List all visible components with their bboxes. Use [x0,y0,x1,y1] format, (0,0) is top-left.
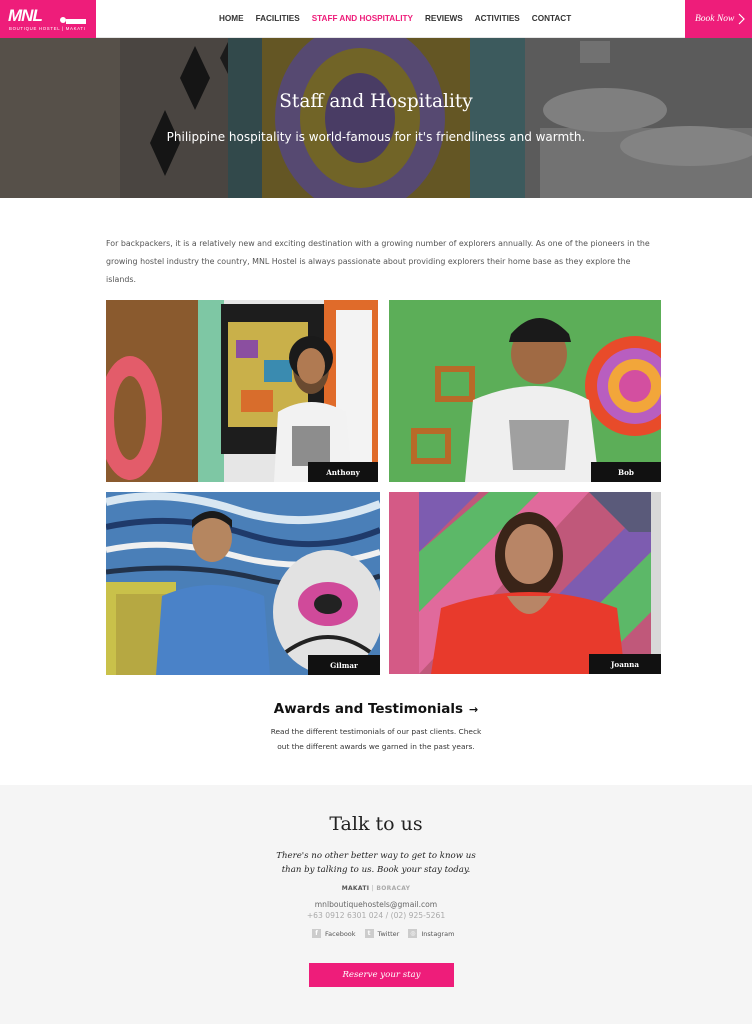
staff-photo-anthony [106,300,378,482]
staff-name-label: Bob [591,462,661,482]
social-label: Instagram [421,929,455,938]
social-links: f Facebook t Twitter ◎ Instagram [312,929,454,938]
location-separator: | [371,885,375,892]
awards-link[interactable]: Awards and Testimonials → [0,701,752,717]
reserve-stay-button[interactable]: Reserve your stay [309,963,454,987]
facebook-icon: f [312,929,321,938]
social-instagram[interactable]: ◎ Instagram [408,929,454,938]
social-twitter[interactable]: t Twitter [364,929,400,938]
staff-name-label: Anthony [308,462,378,482]
contact-title: Talk to us [329,813,423,835]
social-facebook[interactable]: f Facebook [312,929,356,938]
book-now-button[interactable]: Book Now [685,0,752,38]
staff-name-label: Gilmar [308,655,380,675]
staff-photo-bob [389,300,661,482]
nav-item-contact[interactable]: CONTACT [532,14,571,23]
site-header: MNL BOUTIQUE HOSTEL | MAKATI HOME FACILI… [0,0,752,38]
brand-logo[interactable]: MNL BOUTIQUE HOSTEL | MAKATI [0,0,96,38]
hero-banner: Staff and Hospitality Philippine hospita… [0,38,752,198]
staff-card-gilmar[interactable]: Gilmar [106,492,380,675]
logo-tagline: BOUTIQUE HOSTEL | MAKATI [9,26,86,31]
contact-subtitle: There's no other better way to get to kn… [276,851,476,875]
location-makati[interactable]: MAKATI [342,885,370,892]
staff-name-label: Joanna [589,654,661,674]
nav-item-activities[interactable]: ACTIVITIES [475,14,520,23]
main-nav: HOME FACILITIES STAFF AND HOSPITALITY RE… [219,14,571,23]
nav-item-reviews[interactable]: REVIEWS [425,14,463,23]
nav-item-home[interactable]: HOME [219,14,244,23]
nav-item-facilities[interactable]: FACILITIES [256,14,300,23]
hero-background-image [0,38,752,198]
arrow-right-icon: → [469,703,479,716]
logo-wordmark: MNL [8,6,43,25]
location-switcher: MAKATI | BORACAY [0,885,752,892]
contact-section: Talk to us There's no other better way t… [0,785,752,1024]
social-label: Twitter [377,929,400,938]
page-subtitle: Philippine hospitality is world-famous f… [166,130,586,144]
chevron-right-icon [738,13,745,25]
contact-phone: +63 0912 6301 024 / (02) 925-5261 [306,911,446,920]
nav-item-staff-and-hospitality[interactable]: STAFF AND HOSPITALITY [312,14,413,23]
intro-paragraph: For backpackers, it is a relatively new … [106,239,650,284]
staff-card-joanna[interactable]: Joanna [389,492,661,674]
contact-email[interactable]: mnlboutiquehostels@gmail.com [0,900,752,909]
awards-description: Read the different testimonials of our p… [270,727,482,751]
staff-photo-gilmar [106,492,380,675]
social-label: Facebook [325,929,356,938]
awards-title: Awards and Testimonials [273,701,463,717]
staff-card-anthony[interactable]: Anthony [106,300,378,482]
page-title: Staff and Hospitality [279,91,473,112]
logo-bar [66,19,86,24]
twitter-icon: t [364,929,374,938]
staff-photo-joanna [389,492,661,674]
book-now-label: Book Now [695,14,735,24]
staff-card-bob[interactable]: Bob [389,300,661,482]
location-boracay[interactable]: BORACAY [376,885,410,892]
instagram-icon: ◎ [408,929,418,938]
